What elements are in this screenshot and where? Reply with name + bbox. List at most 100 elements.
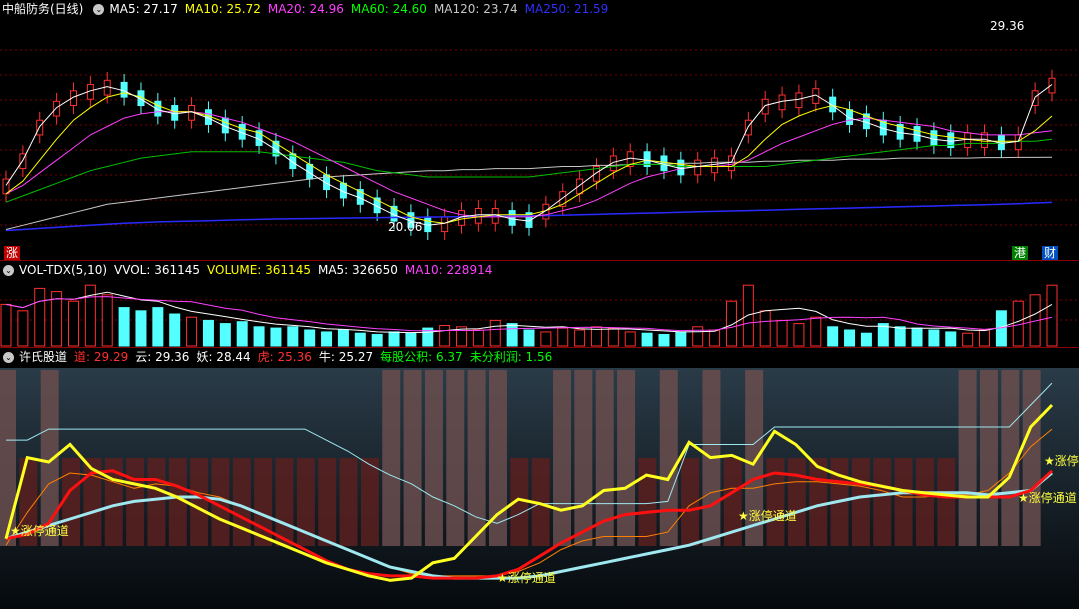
volume-bar [979,329,991,347]
candle-body [795,92,803,109]
volume-bar [219,323,231,347]
indicator-zone-bar [894,458,913,546]
volume-bar [810,316,822,347]
volume-bar [945,331,957,347]
limit-up-signal-label: ★涨停通道 [738,508,797,523]
indicator-zone-bar [979,370,998,546]
candle-body [508,210,516,226]
volume-bar [270,327,282,347]
volume-bar [759,310,771,347]
indicator-zone-bar [809,458,828,546]
volume-bar [253,326,265,347]
volume-bar [675,331,687,347]
volume-bar [439,325,451,347]
volume-bar [472,329,484,347]
indicator-zone-bar [360,458,379,546]
volume-bar [742,284,754,347]
candle-body [778,94,786,111]
volume-bar [371,333,383,347]
volume-bar [67,300,79,347]
volume-bar [776,319,788,347]
high-price-label: 29.36 [990,19,1024,33]
volume-bar [304,329,316,347]
candle-body [441,216,449,233]
volume-bar [928,329,940,347]
volume-bar [557,327,569,347]
chart-canvas: ★涨停通道 ★涨停通道 ★涨停通道 ★涨停通道 ★涨停 29.36 20.06 [0,19,1079,609]
candle-body [424,216,432,233]
indicator-zone-bar [873,458,892,546]
volume-bar [0,303,12,347]
volume-bar [34,287,46,347]
indicator-zone-bar [382,370,401,546]
indicator-zone-bar [339,458,358,546]
indicator-zone-bar [318,458,337,546]
volume-bar [135,310,147,347]
candle-body [660,155,668,172]
indicator-zone-bar [275,458,294,546]
indicator-zone-bar [681,458,700,546]
volume-bar [489,319,501,347]
volume-bar [17,310,29,347]
volume-bar [827,326,839,347]
candle-body [711,157,719,174]
indicator-zone-bar [915,458,934,546]
volume-bar [658,333,670,347]
volume-bar [860,332,872,347]
limit-up-signal-label: ★涨停 [1044,453,1079,468]
candle-body [103,79,111,96]
volume-bar [101,294,113,347]
volume-bar [152,307,164,347]
volume-bar [709,329,721,347]
volume-bar [202,319,214,347]
volume-bar [793,323,805,347]
volume-bar [641,332,653,347]
candle-body [677,159,685,176]
volume-bar [540,331,552,347]
volume-bar [624,331,636,347]
volume-bar [692,326,704,347]
indicator-zone-bar [574,370,593,546]
indicator-zone-bar [659,370,678,546]
volume-bar [506,323,518,347]
indicator-zone-bar [0,370,16,546]
candle-body [913,126,921,142]
indicator-zone-bar [424,370,443,546]
candle-body [930,130,938,146]
volume-bar [607,327,619,347]
volume-bar [321,331,333,347]
indicator-zone-bar [446,370,465,546]
volume-bar [523,329,535,347]
volume-bar [574,329,586,347]
volume-bar [186,316,198,347]
indicator-zone-bar [851,458,870,546]
candle-body [36,119,44,136]
volume-bar [354,332,366,347]
indicator-zone-bar [766,458,785,546]
volume-bar [287,326,299,347]
ma20-line [5,111,1053,218]
indicator-zone-bar [403,370,422,546]
volume-bar [962,332,974,347]
volume-bar [1046,284,1058,347]
indicator-zone-bar [190,458,209,546]
candle-body [2,178,10,195]
volume-bar [894,326,906,347]
limit-up-signal-label: ★涨停通道 [10,523,69,538]
volume-bar [725,300,737,347]
limit-up-signal-label: ★涨停通道 [1018,490,1077,505]
indicator-zone-bar [1022,370,1041,546]
candle-body [694,159,702,176]
volume-bar [236,321,248,347]
indicator-zone-bar [958,370,977,546]
indicator-zone-bar [147,458,166,546]
volume-bar [405,332,417,347]
volume-bar [911,327,923,347]
volume-bar [844,329,856,347]
indicator-zone-bar [617,370,636,546]
candle-body [761,98,769,115]
limit-up-signal-label: ★涨停通道 [497,570,556,585]
low-price-label: 20.06 [388,220,422,234]
indicator-zone-bar [638,458,657,546]
ma60-line [5,138,1053,203]
